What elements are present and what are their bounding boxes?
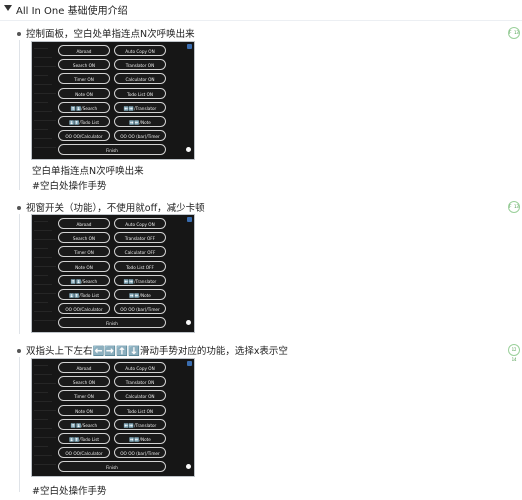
panel-toggle-button[interactable]: ⬆️⬇️/Search bbox=[58, 101, 110, 113]
page-title: All In One 基础使用介绍 bbox=[16, 6, 128, 17]
panel-toggle-button[interactable]: Abroad bbox=[58, 218, 110, 229]
panel-toggle-button[interactable]: ➡️⬅️/Note bbox=[114, 116, 166, 127]
finish-button[interactable]: Finish bbox=[58, 461, 166, 473]
panel-toggle-button[interactable]: Auto Copy ON bbox=[114, 362, 166, 373]
panel-toggle-button[interactable]: Note ON bbox=[58, 260, 110, 272]
document-header: All In One 基础使用介绍 bbox=[0, 0, 522, 20]
panel-toggle-button[interactable]: ⬇️⬆️/Todo List bbox=[58, 289, 110, 300]
finish-button[interactable]: Finish bbox=[58, 317, 166, 329]
control-panel-screenshot[interactable]: Abroad Auto Copy ON Search ON Translator OF… bbox=[31, 214, 195, 333]
sync-badge-icon[interactable]: F 13 bbox=[508, 27, 520, 39]
panel-toggle-button[interactable]: Translator OFF bbox=[114, 232, 166, 244]
panel-toggle-button[interactable]: ⬅️➡️/Translator bbox=[114, 101, 166, 113]
window-corner-icon bbox=[187, 44, 192, 49]
background-text-lines bbox=[32, 215, 194, 332]
panel-toggle-button[interactable]: Timer ON bbox=[58, 390, 110, 402]
note-text[interactable]: 空白单指连点N次呼唤出来 bbox=[32, 163, 144, 177]
panel-toggle-button[interactable]: Auto Copy ON bbox=[114, 218, 166, 229]
outline-item-text[interactable]: 控制面板，空白处单指连点N次呼唤出来 bbox=[26, 26, 195, 40]
panel-toggle-button[interactable]: ➡️⬅️/Note bbox=[114, 289, 166, 300]
note-text[interactable]: #空白处操作手势 bbox=[32, 178, 106, 192]
panel-toggle-button[interactable]: ⬆️⬇️/Search bbox=[58, 274, 110, 286]
panel-toggle-button[interactable]: Calculator ON bbox=[114, 390, 166, 402]
panel-toggle-button[interactable]: OO OO/Calculator bbox=[58, 303, 110, 315]
panel-toggle-button[interactable]: Note ON bbox=[58, 87, 110, 99]
panel-toggle-button[interactable]: ⬇️⬆️/Todo List bbox=[58, 433, 110, 444]
header-divider bbox=[0, 20, 522, 21]
panel-toggle-button[interactable]: OO OO/Calculator bbox=[58, 130, 110, 142]
window-corner-icon bbox=[187, 361, 192, 366]
panel-toggle-button[interactable]: ⬅️➡️/Translator bbox=[114, 418, 166, 430]
panel-toggle-button[interactable]: OO OO/Calculator bbox=[58, 447, 110, 459]
bullet-icon bbox=[17, 206, 21, 210]
panel-toggle-button[interactable]: Note ON bbox=[58, 404, 110, 416]
outline-item-text[interactable]: 视窗开关（功能），不使用就off，减少卡顿 bbox=[26, 200, 205, 214]
bullet-icon bbox=[17, 349, 21, 353]
panel-toggle-button[interactable]: Todo List ON bbox=[114, 404, 166, 416]
sync-badge-icon[interactable]: F 13 bbox=[508, 201, 520, 213]
panel-toggle-button[interactable]: Search ON bbox=[58, 59, 110, 71]
panel-toggle-button[interactable]: Timer ON bbox=[58, 246, 110, 258]
panel-toggle-button[interactable]: ⬅️➡️/Translator bbox=[114, 274, 166, 286]
panel-toggle-button[interactable]: OO OO (bar)/Timer bbox=[114, 447, 166, 459]
panel-toggle-button[interactable]: Search ON bbox=[58, 376, 110, 388]
indent-guide bbox=[19, 357, 20, 492]
panel-toggle-button[interactable]: Abroad bbox=[58, 45, 110, 56]
background-text-lines bbox=[32, 42, 194, 159]
panel-toggle-button[interactable]: Timer ON bbox=[58, 73, 110, 85]
outline-item-text[interactable]: 双指头上下左右⬅️➡️⬆️⬇️滑动手势对应的功能，选择x表示空 bbox=[26, 343, 288, 357]
panel-toggle-button[interactable]: Calculator ON bbox=[114, 73, 166, 85]
panel-toggle-button[interactable]: Translator ON bbox=[114, 59, 166, 71]
panel-toggle-button[interactable]: Calculator OFF bbox=[114, 246, 166, 258]
panel-toggle-button[interactable]: Todo List OFF bbox=[114, 260, 166, 272]
note-text[interactable]: #空白处操作手势 bbox=[32, 483, 106, 497]
collapse-caret-icon[interactable] bbox=[4, 5, 12, 11]
panel-toggle-button[interactable]: Search ON bbox=[58, 232, 110, 244]
finish-button[interactable]: Finish bbox=[58, 144, 166, 156]
indent-guide bbox=[19, 40, 20, 190]
control-panel-screenshot[interactable]: Abroad Auto Copy ON Search ON Translator ON… bbox=[31, 41, 195, 160]
panel-toggle-button[interactable]: ⬇️⬆️/Todo List bbox=[58, 116, 110, 127]
panel-toggle-button[interactable]: ⬆️⬇️/Search bbox=[58, 418, 110, 430]
panel-toggle-button[interactable]: Translator ON bbox=[114, 376, 166, 388]
sync-badge-icon[interactable]: 12 14 bbox=[508, 344, 520, 362]
bullet-icon bbox=[17, 32, 21, 36]
panel-toggle-button[interactable]: Abroad bbox=[58, 362, 110, 373]
panel-toggle-button[interactable]: Auto Copy ON bbox=[114, 45, 166, 56]
indent-guide bbox=[19, 214, 20, 334]
window-corner-icon bbox=[187, 217, 192, 222]
control-panel-screenshot[interactable]: Abroad Auto Copy ON Search ON Translator ON… bbox=[31, 358, 195, 477]
panel-toggle-button[interactable]: OO OO (bar)/Timer bbox=[114, 130, 166, 142]
panel-toggle-button[interactable]: Todo List ON bbox=[114, 87, 166, 99]
panel-toggle-button[interactable]: OO OO (bar)/Timer bbox=[114, 303, 166, 315]
panel-toggle-button[interactable]: ➡️⬅️/Note bbox=[114, 433, 166, 444]
background-text-lines bbox=[32, 359, 194, 476]
